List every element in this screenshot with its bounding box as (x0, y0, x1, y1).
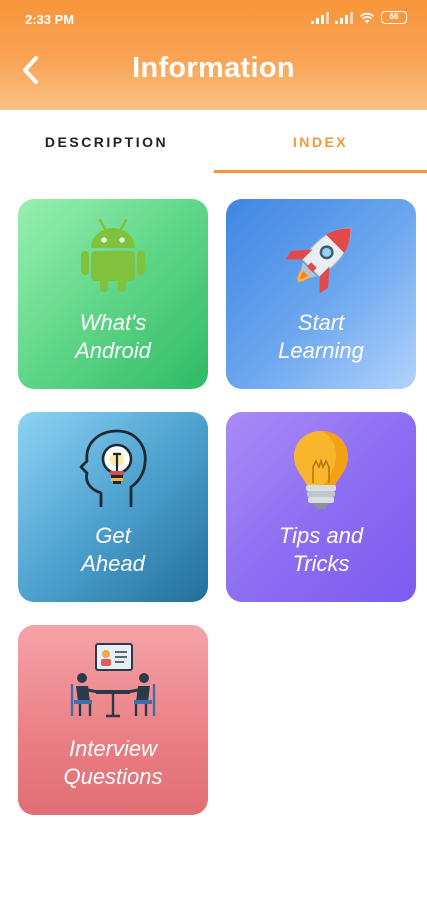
status-icons: 66 (311, 11, 407, 24)
lightbulb-icon (294, 431, 348, 509)
wifi-icon (359, 12, 375, 23)
card-get-ahead[interactable]: Get Ahead (18, 412, 208, 602)
tab-index[interactable]: INDEX (214, 110, 427, 174)
rocket-icon (285, 227, 352, 294)
app-header: 2:33 PM 66 Information (0, 0, 427, 110)
battery-icon: 66 (381, 11, 407, 24)
signal-icon (311, 11, 329, 24)
status-time: 2:33 PM (25, 12, 75, 27)
card-whats-android[interactable]: What's Android (18, 199, 208, 389)
card-interview-questions[interactable]: Interview Questions (18, 625, 208, 815)
tab-bar: DESCRIPTION INDEX (0, 110, 427, 174)
status-bar: 2:33 PM 66 (0, 0, 427, 40)
card-label: Start Learning (278, 310, 364, 363)
head-lightbulb-icon (79, 429, 147, 507)
card-start-learning[interactable]: Start Learning (226, 199, 416, 389)
android-robot-icon (81, 218, 145, 292)
card-tips-and-tricks[interactable]: Tips and Tricks (226, 412, 416, 602)
active-tab-indicator (214, 170, 427, 173)
page-title: Information (132, 52, 295, 84)
tab-description[interactable]: DESCRIPTION (0, 110, 213, 174)
card-label: Get Ahead (81, 523, 145, 576)
signal-icon (335, 11, 353, 24)
card-label: Tips and Tricks (278, 523, 364, 576)
card-label: Interview Questions (63, 736, 163, 789)
card-label: What's Android (75, 310, 151, 363)
interview-icon (70, 643, 156, 718)
